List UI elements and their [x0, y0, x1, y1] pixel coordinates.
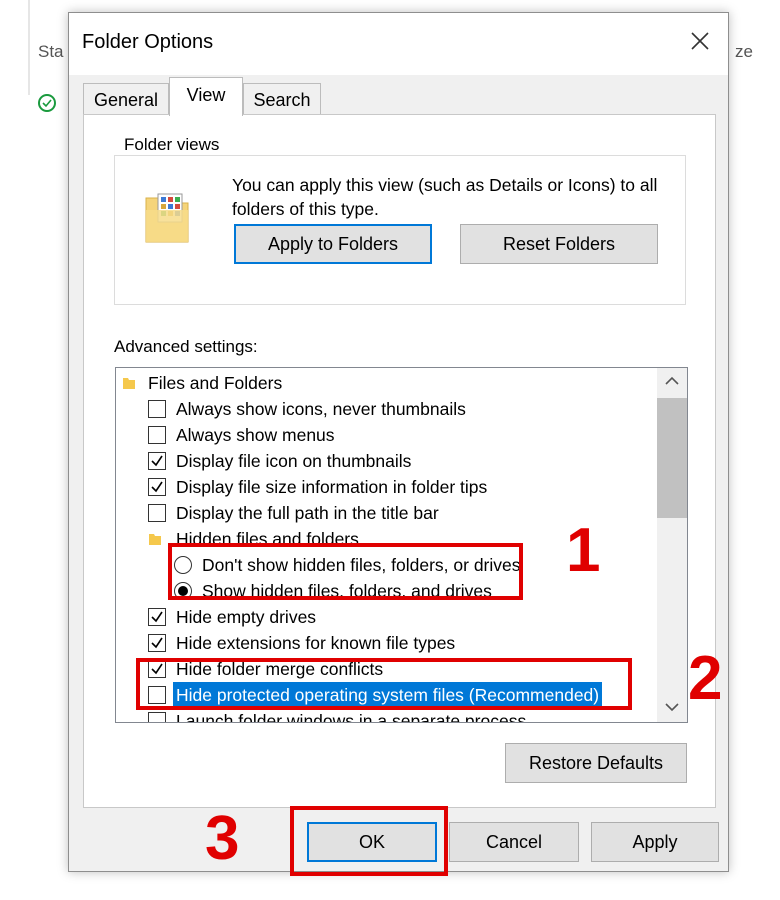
close-icon[interactable]: [686, 27, 714, 55]
tab-general[interactable]: General: [83, 83, 169, 115]
tab-search[interactable]: Search: [243, 83, 321, 115]
checkbox-checked[interactable]: [148, 608, 166, 626]
annotation-number-1: 1: [566, 516, 601, 585]
checkbox-unchecked[interactable]: [148, 712, 166, 722]
reset-folders-button[interactable]: Reset Folders: [460, 224, 658, 264]
dialog-title: Folder Options: [82, 31, 214, 53]
advanced-settings-label: Advanced settings:: [114, 337, 258, 356]
folder-views-description: You can apply this view (such as Details…: [232, 175, 658, 219]
annotation-box-2: [136, 658, 632, 710]
checkbox-checked[interactable]: [148, 478, 166, 496]
folder-icon: [123, 378, 135, 389]
tab-view[interactable]: View: [169, 77, 243, 116]
title-bar: Folder Options: [69, 13, 728, 75]
checkbox-checked[interactable]: [148, 634, 166, 652]
folder-views-icon: [144, 190, 190, 249]
folder-options-dialog: Folder Options General View Search Folde…: [68, 12, 729, 872]
chevron-up-icon[interactable]: [665, 376, 679, 386]
folder-icon: [149, 534, 161, 545]
checkbox-unchecked[interactable]: [148, 400, 166, 418]
scrollbar-thumb[interactable]: [657, 398, 687, 518]
background-column-label: Sta: [38, 42, 64, 61]
apply-button[interactable]: Apply: [591, 822, 719, 862]
checkbox-unchecked[interactable]: [148, 426, 166, 444]
cancel-button[interactable]: Cancel: [449, 822, 579, 862]
annotation-number-3: 3: [205, 804, 240, 873]
checkbox-unchecked[interactable]: [148, 504, 166, 522]
background-column-label-size: ze: [735, 42, 753, 61]
vertical-scrollbar[interactable]: [657, 368, 687, 722]
annotation-number-2: 2: [688, 644, 723, 713]
chevron-down-icon[interactable]: [665, 702, 679, 712]
annotation-box-3: [290, 806, 448, 876]
checkbox-checked[interactable]: [148, 452, 166, 470]
annotation-box-1: [168, 543, 523, 600]
folder-views-title: Folder views: [122, 135, 222, 155]
status-ok-icon: [38, 94, 56, 112]
background-window-edge: [28, 0, 30, 95]
restore-defaults-button[interactable]: Restore Defaults: [505, 743, 687, 783]
apply-to-folders-button[interactable]: Apply to Folders: [234, 224, 432, 264]
